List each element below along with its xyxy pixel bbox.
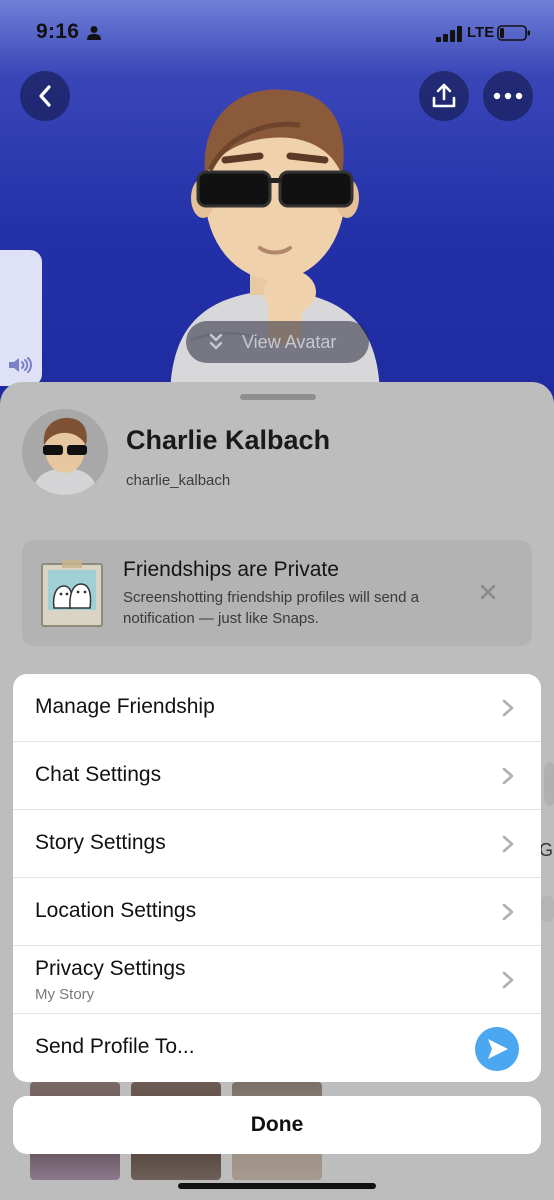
menu-item-label: Privacy Settings [35,957,186,980]
menu-item-location-settings[interactable]: Location Settings [13,878,541,946]
done-button[interactable]: Done [13,1096,541,1154]
menu-item-manage-friendship[interactable]: Manage Friendship [13,674,541,742]
friends-photo-icon [41,560,103,627]
side-card-label: G [539,840,554,860]
more-options-button[interactable] [483,71,533,121]
person-icon [87,26,101,40]
menu-item-chat-settings[interactable]: Chat Settings [13,742,541,810]
close-icon[interactable] [478,582,498,602]
share-icon [432,83,456,108]
chevron-right-icon [502,903,514,921]
view-avatar-label: View Avatar [242,331,337,352]
privacy-body: Screenshotting friendship profiles will … [123,589,419,627]
menu-item-label: Send Profile To... [35,1035,195,1058]
menu-item-sublabel: My Story [35,986,95,1003]
menu-item-privacy-settings[interactable]: Privacy Settings My Story [13,946,541,1014]
battery-icon [497,25,530,41]
network-label: LTE [467,24,495,41]
menu-item-label: Story Settings [35,831,166,854]
chevron-right-icon [502,971,514,989]
sound-icon[interactable] [7,355,33,375]
share-button[interactable] [419,71,469,121]
sheet-handle[interactable] [240,394,316,400]
menu-item-label: Manage Friendship [35,695,215,718]
privacy-title: Friendships are Private [123,558,339,581]
profile-action-menu: Manage Friendship Chat Settings Story Se… [13,674,541,1082]
menu-item-label: Location Settings [35,899,197,922]
signal-icon [436,26,462,42]
status-bar: 9:16 LTE [0,0,554,64]
send-arrow-icon[interactable] [475,1027,519,1071]
menu-item-label: Chat Settings [35,763,162,786]
chevron-right-icon [502,699,514,717]
done-label: Done [250,1113,304,1136]
status-time: 9:16 [36,20,80,43]
profile-username: charlie_kalbach [126,472,231,489]
chevron-right-icon [502,767,514,785]
more-icon [493,92,523,100]
chevron-right-icon [502,835,514,853]
profile-name: Charlie Kalbach [126,425,331,455]
back-icon [39,85,51,107]
back-button[interactable] [20,71,70,121]
double-chevron-down-icon [209,333,223,350]
friendship-privacy-notice: Friendships are Private Screenshotting f… [22,540,532,646]
home-indicator[interactable] [178,1183,376,1189]
avatar-thumbnail-icon [32,417,98,495]
menu-item-story-settings[interactable]: Story Settings [13,810,541,878]
menu-item-send-profile[interactable]: Send Profile To... [13,1014,541,1082]
view-avatar-button[interactable]: View Avatar [186,321,369,363]
profile-hero: 9:16 LTE View Avatar [0,0,554,420]
profile-avatar[interactable] [22,409,108,495]
